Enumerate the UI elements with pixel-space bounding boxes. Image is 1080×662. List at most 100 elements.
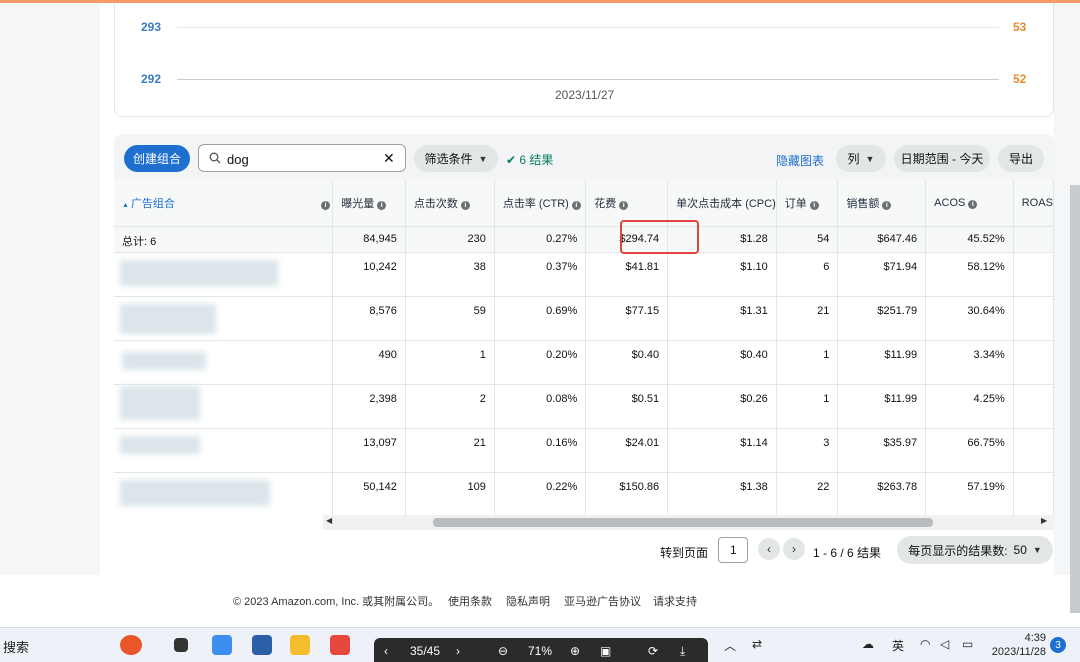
- ime-indicator[interactable]: 英: [892, 637, 904, 654]
- cell-roas: [1013, 472, 1054, 515]
- clock-date: 2023/11/28: [991, 646, 1046, 658]
- export-button[interactable]: 导出: [998, 145, 1044, 172]
- download-icon[interactable]: ⤓: [680, 644, 685, 659]
- cell-acos: 66.75%: [925, 428, 1014, 473]
- redacted-name-blur: [120, 304, 216, 334]
- cell-clicks: 2: [405, 384, 495, 429]
- per-page-select[interactable]: 每页显示的结果数: 50 ▼: [897, 536, 1053, 564]
- date-range-button[interactable]: 日期范围 - 今天: [894, 145, 990, 172]
- cell-impressions: 84,945: [332, 226, 406, 253]
- zoom-out-icon[interactable]: ⊖: [498, 644, 508, 658]
- ad-agreement-link[interactable]: 亚马逊广告协议: [564, 593, 641, 609]
- privacy-link[interactable]: 隐私声明: [506, 593, 550, 609]
- app-icon[interactable]: [212, 635, 232, 655]
- table-row[interactable]: 490 1 0.20% $0.40 $0.40 1 $11.99 3.34%: [114, 340, 1054, 385]
- cell-impressions: 13,097: [332, 428, 406, 473]
- cell-cpc: $1.38: [667, 472, 777, 515]
- columns-button[interactable]: 列 ▼: [836, 145, 886, 172]
- sort-up-icon: ▲: [122, 201, 129, 209]
- os-taskbar: 搜索 ‹ 35/45 › ⊖ 71% ⊕ ▣ ⟳ ⤓ ︿ ⇄ ☁ 英 ◠ ◁ ▭…: [0, 627, 1080, 662]
- info-icon[interactable]: i: [619, 200, 629, 210]
- portfolio-table: ▲ 广告组合 i 曝光量 i 点击次数 i 点击率 (CTR) i 花费 i 单次点击成本 …: [114, 180, 1054, 515]
- tray-app-icon[interactable]: ⇄: [752, 637, 762, 651]
- filter-button[interactable]: 筛选条件 ▼: [414, 145, 498, 172]
- wifi-icon[interactable]: ◠: [920, 637, 930, 651]
- task-view-icon[interactable]: [174, 638, 188, 652]
- cell-roas: [1013, 428, 1054, 473]
- prev-page-button[interactable]: ‹: [758, 538, 780, 560]
- scroll-left-icon[interactable]: ◀: [326, 516, 332, 525]
- clear-search-icon[interactable]: ✕: [383, 150, 395, 167]
- app-icon[interactable]: [252, 635, 272, 655]
- app-icon[interactable]: [120, 635, 142, 655]
- cell-sales: $647.46: [837, 226, 927, 253]
- redacted-name-blur: [122, 352, 206, 370]
- cell-ctr: 0.27%: [494, 226, 587, 253]
- chevron-up-icon[interactable]: ︿: [724, 637, 736, 654]
- next-image-icon[interactable]: ›: [456, 644, 460, 658]
- cell-impressions: 490: [332, 340, 406, 385]
- per-page-value: 50: [1013, 543, 1027, 557]
- info-icon[interactable]: i: [320, 200, 330, 210]
- cell-orders: 54: [776, 226, 839, 253]
- search-icon: [209, 152, 221, 164]
- right-axis-tick: 52: [1013, 72, 1027, 86]
- notification-badge[interactable]: 3: [1050, 637, 1066, 653]
- info-icon[interactable]: i: [809, 200, 819, 210]
- cell-acos: 3.34%: [925, 340, 1014, 385]
- cell-cpc: $1.10: [667, 252, 777, 297]
- rotate-icon[interactable]: ⟳: [648, 644, 658, 658]
- info-icon[interactable]: i: [460, 200, 470, 210]
- scroll-right-icon[interactable]: ▶: [1041, 516, 1047, 525]
- table-horizontal-scrollbar[interactable]: ◀ ▶: [323, 515, 1054, 530]
- search-input[interactable]: dog ✕: [198, 144, 406, 172]
- cell-acos: 4.25%: [925, 384, 1014, 429]
- taskbar-search[interactable]: 搜索: [3, 637, 29, 656]
- cell-impressions: 8,576: [332, 296, 406, 341]
- hide-chart-link[interactable]: 隐藏图表: [776, 152, 824, 169]
- actual-size-icon[interactable]: ▣: [600, 644, 611, 658]
- table-row[interactable]: 13,097 21 0.16% $24.01 $1.14 3 $35.97 66…: [114, 428, 1054, 473]
- terms-link[interactable]: 使用条款: [448, 593, 492, 609]
- cell-sales: $251.79: [837, 296, 927, 341]
- support-link[interactable]: 请求支持: [653, 593, 697, 609]
- info-icon[interactable]: i: [882, 200, 892, 210]
- header-clicks[interactable]: 点击次数 i: [405, 180, 495, 227]
- header-roas[interactable]: ROAS: [1013, 180, 1054, 227]
- battery-icon[interactable]: ▭: [962, 637, 973, 651]
- cell-cpc: $1.14: [667, 428, 777, 473]
- header-impressions[interactable]: 曝光量 i: [332, 180, 406, 227]
- page-number-input[interactable]: 1: [718, 537, 748, 563]
- page-scrollbar[interactable]: [1070, 185, 1080, 613]
- info-icon[interactable]: i: [968, 199, 978, 209]
- spend-total-highlight: [620, 220, 699, 254]
- info-icon[interactable]: i: [571, 200, 581, 210]
- zoom-in-icon[interactable]: ⊕: [570, 644, 580, 658]
- app-icon[interactable]: [330, 635, 350, 655]
- table-toolbar: 创建组合 dog ✕ 筛选条件 ▼ ✔ 6 结果 隐藏图表 列 ▼ 日期范围 -…: [114, 134, 1054, 180]
- cell-orders: 1: [776, 340, 839, 385]
- scroll-spacer: [114, 515, 323, 530]
- volume-icon[interactable]: ◁: [940, 637, 949, 651]
- create-portfolio-button[interactable]: 创建组合: [124, 145, 190, 172]
- info-icon[interactable]: i: [377, 200, 387, 210]
- folder-icon[interactable]: [290, 635, 310, 655]
- table-row[interactable]: 2,398 2 0.08% $0.51 $0.26 1 $11.99 4.25%: [114, 384, 1054, 429]
- header-ctr[interactable]: 点击率 (CTR) i: [494, 180, 587, 227]
- clock[interactable]: 4:39 2023/11/28: [991, 631, 1046, 659]
- chevron-down-icon: ▼: [865, 153, 875, 164]
- x-axis-date-label: 2023/11/27: [555, 88, 615, 102]
- next-page-button[interactable]: ›: [783, 538, 805, 560]
- header-orders[interactable]: 订单 i: [776, 180, 839, 227]
- cell-sales: $11.99: [837, 384, 927, 429]
- scrollbar-thumb[interactable]: [433, 518, 933, 527]
- cloud-icon[interactable]: ☁: [862, 637, 874, 651]
- header-acos[interactable]: ACOS i: [925, 180, 1014, 227]
- table-header-row: ▲ 广告组合 i 曝光量 i 点击次数 i 点击率 (CTR) i 花费 i 单次点击成本 …: [114, 180, 1054, 227]
- header-sales[interactable]: 销售额 i: [837, 180, 927, 227]
- cell-spend: $24.01: [585, 428, 669, 473]
- header-portfolio[interactable]: ▲ 广告组合 i: [114, 180, 334, 227]
- prev-image-icon[interactable]: ‹: [384, 644, 388, 658]
- cell-clicks: 109: [405, 472, 495, 515]
- table-row[interactable]: 8,576 59 0.69% $77.15 $1.31 21 $251.79 3…: [114, 296, 1054, 341]
